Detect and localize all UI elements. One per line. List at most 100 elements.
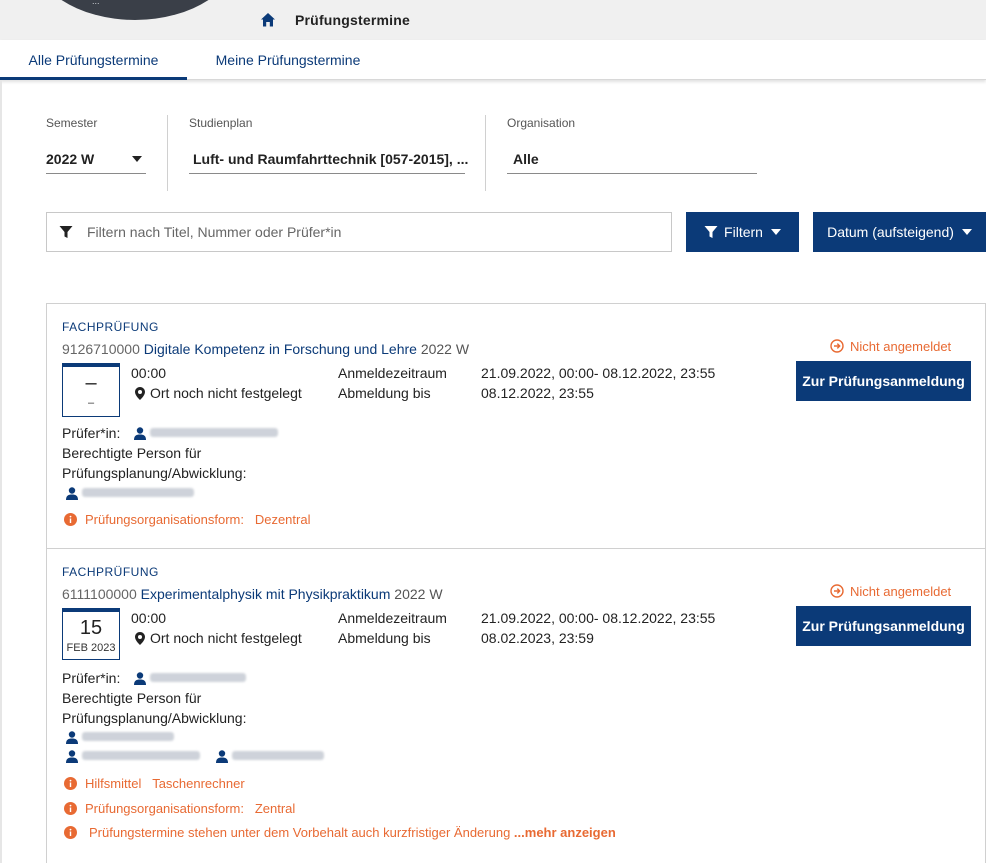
authorized-person-redacted[interactable] [82,488,194,497]
org-form-label: Prüfungsorganisationsform: [85,512,244,527]
person-icon [66,750,78,763]
exam-type: FACHPRÜFUNG [62,565,159,579]
deregistration-label: Abmeldung bis [338,630,431,646]
registration-period-label: Anmeldezeitraum [338,365,447,381]
semester-underline [46,173,146,174]
org-form-label: Prüfungsorganisationsform: [85,801,244,816]
examiner-row: Prüfer*in: [62,425,279,441]
info-icon [64,777,77,790]
filter-button-label: Filtern [724,224,763,240]
registration-period-value: 21.09.2022, 00:00- 08.12.2022, 23:55 [481,610,716,626]
left-edge-line [0,80,2,863]
org-form-value: Zentral [254,801,296,816]
examiner-name-redacted[interactable] [150,673,247,682]
exam-location: Ort noch nicht festgelegt [135,630,302,646]
semester-label: Semester [46,116,98,130]
aids-row: Hilfsmittel Taschenrechner [64,776,245,791]
registration-status-text: Nicht angemeldet [850,339,952,354]
examiner-label: Prüfer*in: [62,670,121,686]
search-box [46,212,672,252]
filter-divider [167,115,168,191]
authorized-person-redacted[interactable] [82,732,174,741]
exam-semester: 2022 W [420,341,470,357]
exam-semester: 2022 W [394,586,443,602]
filter-button[interactable]: Filtern [686,212,799,252]
top-bar: ... Prüfungstermine [0,0,986,40]
sort-button-label: Datum (aufsteigend) [827,224,954,240]
exam-date-box: – – [62,363,120,417]
registration-period-label: Anmeldezeitraum [338,610,447,626]
studienplan-underline [189,173,465,174]
org-form-row: Prüfungsorganisationsform: Zentral [64,801,295,816]
registration-status: Nicht angemeldet [830,584,951,599]
sort-button[interactable]: Datum (aufsteigend) [813,212,986,252]
info-icon [64,826,77,839]
registration-status-text: Nicht angemeldet [850,584,952,599]
exam-heading: 6111100000 Experimentalphysik mit Physik… [62,586,443,602]
aids-label: Hilfsmittel [85,776,142,791]
tab-my-exams[interactable]: Meine Prüfungstermine [198,40,378,80]
semester-select[interactable]: 2022 W [46,151,126,167]
map-pin-icon [135,632,145,645]
organisation-underline [507,173,757,174]
semester-chevron-down-icon[interactable] [132,156,142,162]
examiner-label: Prüfer*in: [62,425,121,441]
home-icon[interactable] [260,12,276,28]
deregistration-value: 08.12.2022, 23:55 [481,385,594,401]
map-pin-icon [135,387,145,400]
filter-icon [59,226,73,238]
registration-period-value: 21.09.2022, 00:00- 08.12.2022, 23:55 [481,365,716,381]
exam-time: 00:00 [131,610,167,626]
authorized-person-redacted[interactable] [231,751,324,760]
studienplan-label: Studienplan [189,116,253,130]
organisation-select[interactable]: Alle [513,151,713,167]
arrow-circle-right-icon [830,584,844,598]
authorized-label-line1: Berechtigte Person für [62,445,202,461]
aids-value: Taschenrechner [152,776,245,791]
notice-text: Prüfungstermine stehen unter dem Vorbeha… [89,825,511,840]
register-button[interactable]: Zur Prüfungsanmeldung [796,361,971,401]
exam-date-day: 15 [79,617,103,639]
search-input[interactable] [87,222,657,242]
tab-bar: Alle Prüfungstermine Meine Prüfungstermi… [0,40,986,80]
exam-type: FACHPRÜFUNG [62,320,159,334]
exam-date-day: – [85,372,97,394]
authorized-person-redacted[interactable] [82,751,200,760]
exam-title-link[interactable]: Digitale Kompetenz in Forschung und Lehr… [144,341,417,357]
examiner-name-redacted[interactable] [150,428,279,437]
authorized-label-line2: Prüfungsplanung/Abwicklung: [62,710,247,726]
exam-location-text: Ort noch nicht festgelegt [150,630,302,646]
show-more-link[interactable]: ...mehr anzeigen [514,825,616,840]
person-icon [66,731,78,744]
chevron-down-icon [961,229,972,235]
person-icon [134,672,147,685]
exam-time: 00:00 [131,365,167,381]
info-icon [64,802,77,815]
exam-card: FACHPRÜFUNG 9126710000 Digitale Kompeten… [46,303,986,549]
org-form-value: Dezentral [254,512,311,527]
studienplan-select[interactable]: Luft- und Raumfahrttechnik [057-2015], .… [193,151,468,167]
organisation-label: Organisation [507,116,576,130]
deregistration-value: 08.02.2023, 23:59 [481,630,594,646]
filter-divider [485,115,486,191]
person-icon [134,427,147,440]
filter-icon [704,226,718,238]
university-logo[interactable]: ... [30,0,240,20]
tab-all-exams[interactable]: Alle Prüfungstermine [0,40,187,80]
person-icon [66,487,78,500]
register-button[interactable]: Zur Prüfungsanmeldung [796,606,971,646]
deregistration-label: Abmeldung bis [338,385,431,401]
exam-location: Ort noch nicht festgelegt [135,385,302,401]
notice-row: Prüfungstermine stehen unter dem Vorbeha… [64,825,616,840]
exam-heading: 9126710000 Digitale Kompetenz in Forschu… [62,341,469,357]
chevron-down-icon [770,229,781,235]
exam-date-box: 15 FEB 2023 [62,608,120,660]
logo-text: ... [92,0,100,6]
authorized-person-row [66,748,324,764]
examiner-row: Prüfer*in: [62,670,247,686]
exam-title-link[interactable]: Experimentalphysik mit Physikpraktikum [141,586,391,602]
exam-date-month: – [87,397,95,409]
exam-number: 6111100000 [62,586,137,602]
exam-location-text: Ort noch nicht festgelegt [150,385,302,401]
authorized-person-row [66,729,174,745]
